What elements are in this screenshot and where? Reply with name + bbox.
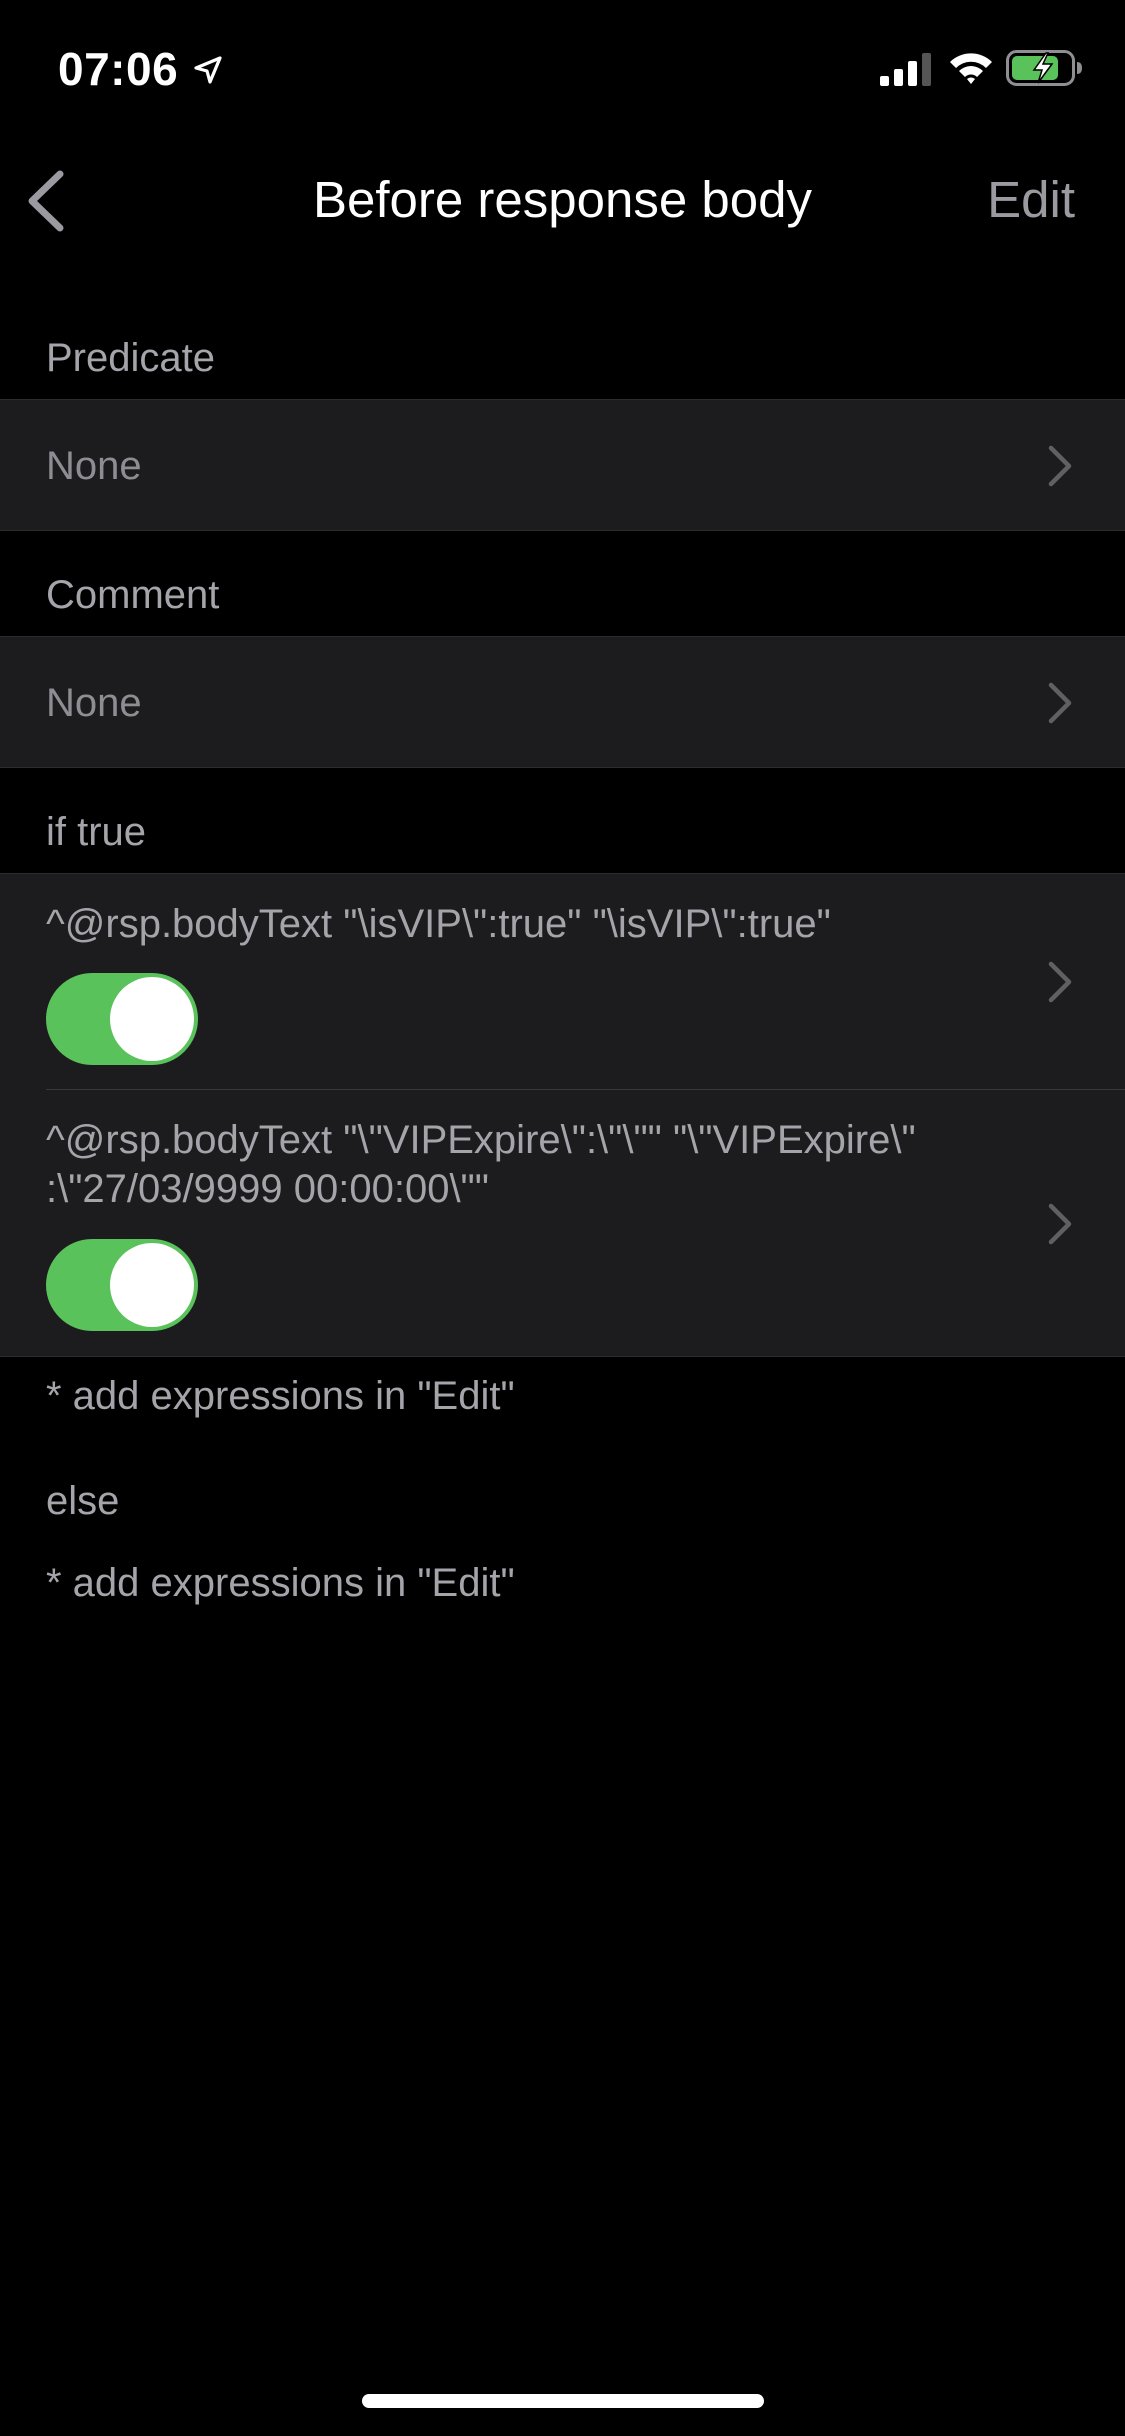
predicate-value: None <box>46 444 142 488</box>
navigation-bar: Before response body Edit <box>0 132 1125 264</box>
location-arrow-icon <box>194 56 222 84</box>
toggle-knob <box>110 1243 194 1327</box>
if-true-header: if true <box>46 810 147 854</box>
predicate-header: Predicate <box>46 336 215 380</box>
toggle-knob <box>110 977 194 1061</box>
expression-toggle[interactable] <box>46 1239 198 1331</box>
wifi-icon <box>950 53 992 84</box>
chevron-right-icon <box>1048 961 1072 1003</box>
else-header: else <box>46 1479 120 1523</box>
predicate-row[interactable]: None <box>0 399 1125 531</box>
chevron-right-icon <box>1048 445 1072 487</box>
edit-button[interactable]: Edit <box>987 170 1075 229</box>
status-time: 07:06 <box>58 43 179 95</box>
comment-value: None <box>46 681 142 725</box>
battery-charging-icon <box>1006 50 1082 86</box>
page-title: Before response body <box>313 171 812 228</box>
if-true-group: ^@rsp.bodyText "\isVIP\":true" "\isVIP\"… <box>0 873 1125 1357</box>
expression-row[interactable]: ^@rsp.bodyText "\"VIPExpire\":\"\"" "\"V… <box>0 1090 1125 1356</box>
expression-row[interactable]: ^@rsp.bodyText "\isVIP\":true" "\isVIP\"… <box>0 874 1125 1089</box>
home-indicator[interactable] <box>362 2394 764 2408</box>
expression-text: ^@rsp.bodyText "\isVIP\":true" "\isVIP\"… <box>46 902 831 946</box>
cellular-signal-icon <box>880 53 931 86</box>
expression-text: ^@rsp.bodyText "\"VIPExpire\":\"\"" "\"V… <box>46 1118 916 1211</box>
chevron-right-icon <box>1048 682 1072 724</box>
status-bar: 07:06 <box>0 0 1125 132</box>
comment-header: Comment <box>46 573 220 617</box>
comment-row[interactable]: None <box>0 636 1125 768</box>
chevron-right-icon <box>1048 1203 1072 1245</box>
else-hint: * add expressions in "Edit" <box>46 1561 515 1605</box>
if-true-hint: * add expressions in "Edit" <box>46 1374 515 1418</box>
expression-toggle[interactable] <box>46 973 198 1065</box>
